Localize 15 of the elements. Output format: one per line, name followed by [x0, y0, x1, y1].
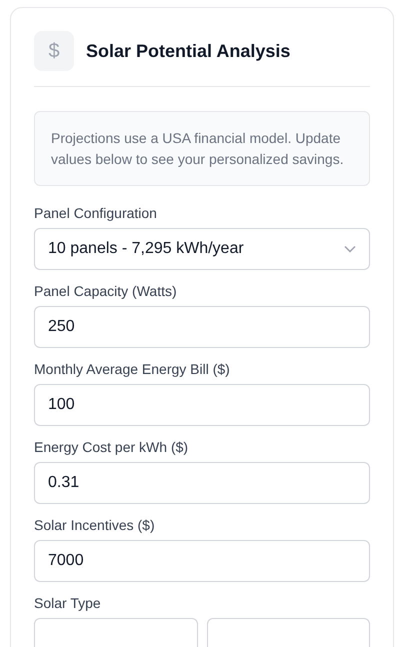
input-field[interactable]: 250 [34, 306, 370, 348]
chevron-down-icon [344, 245, 356, 253]
card-title: Solar Potential Analysis [86, 40, 290, 62]
info-notice: Projections use a USA financial model. Update values below to see your personalized savings. [34, 111, 370, 186]
field-label: Panel Capacity (Watts) [34, 282, 178, 300]
field-label: Panel Configuration [34, 204, 158, 222]
input-field[interactable]: 0.31 [34, 462, 370, 504]
field-label: Solar Type [34, 594, 102, 612]
field-label: Energy Cost per kWh ($) [34, 438, 190, 456]
field-label: Monthly Average Energy Bill ($) [34, 360, 231, 378]
input-field[interactable]: 7000 [34, 540, 370, 582]
input-field[interactable]: 100 [34, 384, 370, 426]
field-label: Solar Incentives ($) [34, 516, 156, 534]
select-field[interactable]: 10 panels - 7,295 kWh/year [34, 228, 370, 270]
dollar-icon: $ [34, 31, 74, 71]
